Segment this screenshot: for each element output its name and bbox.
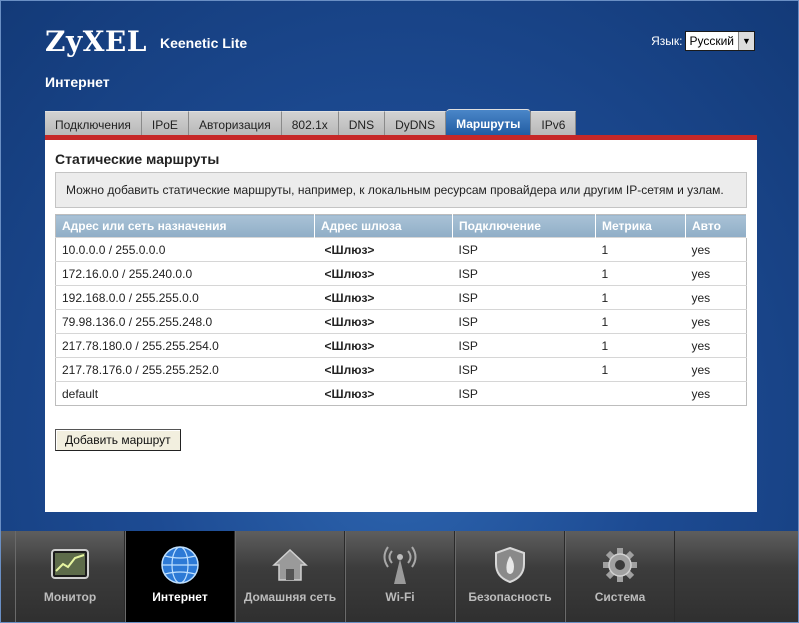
tab-ipv6[interactable]: IPv6 xyxy=(531,111,577,137)
nav-label: Система xyxy=(594,590,646,604)
nav-label: Монитор xyxy=(43,590,97,604)
auto-cell: yes xyxy=(685,285,747,310)
metric-cell: 1 xyxy=(595,237,686,262)
add-route-button[interactable]: Добавить маршрут xyxy=(55,429,181,451)
gateway-cell: <Шлюз> xyxy=(314,333,453,358)
auto-cell: yes xyxy=(685,237,747,262)
model-name: Keenetic Lite xyxy=(160,35,248,51)
section-heading: Статические маршруты xyxy=(55,151,220,167)
table-header-row: Адрес или сеть назначения Адрес шлюза По… xyxy=(55,214,747,238)
connection-cell: ISP xyxy=(452,237,596,262)
gateway-cell: <Шлюз> xyxy=(314,261,453,286)
tab-authorization[interactable]: Авторизация xyxy=(188,111,282,137)
connection-cell: ISP xyxy=(452,285,596,310)
connection-cell: ISP xyxy=(452,357,596,382)
metric-cell: 1 xyxy=(595,309,686,334)
tab-dns[interactable]: DNS xyxy=(338,111,386,137)
nav-label: Безопасность xyxy=(468,590,552,604)
column-header[interactable]: Адрес или сеть назначения xyxy=(55,214,315,238)
gateway-cell: <Шлюз> xyxy=(314,237,453,262)
tab-ipoe[interactable]: IPoE xyxy=(141,111,189,137)
nav-internet[interactable]: Интернет xyxy=(125,531,235,622)
nav-label: Wi-Fi xyxy=(385,590,415,604)
page-title: Интернет xyxy=(45,74,110,90)
column-header[interactable]: Авто xyxy=(685,214,747,238)
tab-routes[interactable]: Маршруты xyxy=(446,109,532,137)
tab-bar: Подключения IPoE Авторизация 802.1x DNS … xyxy=(45,109,577,137)
metric-cell: 1 xyxy=(595,357,686,382)
connection-cell: ISP xyxy=(452,381,596,406)
router-frame: ZyXEL Keenetic Lite Язык: Русский ▼ Инте… xyxy=(0,0,799,623)
content-panel: Статические маршруты Можно добавить стат… xyxy=(45,140,757,512)
auto-cell: yes xyxy=(685,357,747,382)
globe-icon xyxy=(160,546,200,584)
gateway-cell: <Шлюз> xyxy=(314,357,453,382)
zyxel-logo: ZyXEL xyxy=(45,25,147,58)
nav-home-network[interactable]: Домашняя сеть xyxy=(235,531,345,622)
table-row[interactable]: 217.78.176.0 / 255.255.252.0 <Шлюз> ISP … xyxy=(55,357,747,382)
gateway-cell: <Шлюз> xyxy=(314,309,453,334)
wifi-antenna-icon xyxy=(380,546,420,584)
connection-cell: ISP xyxy=(452,309,596,334)
connection-cell: ISP xyxy=(452,333,596,358)
destination-cell: 172.16.0.0 / 255.240.0.0 xyxy=(55,261,315,286)
chevron-down-icon[interactable]: ▼ xyxy=(738,32,754,50)
gear-icon xyxy=(600,547,640,583)
metric-cell: 1 xyxy=(595,285,686,310)
auto-cell: yes xyxy=(685,309,747,334)
bottom-nav: Монитор Интернет Домашняя сеть Wi-Fi Без… xyxy=(1,531,798,622)
routes-table: Адрес или сеть назначения Адрес шлюза По… xyxy=(55,214,747,406)
gateway-cell: <Шлюз> xyxy=(314,381,453,406)
home-icon xyxy=(270,547,310,583)
destination-cell: 217.78.180.0 / 255.255.254.0 xyxy=(55,333,315,358)
tab-connections[interactable]: Подключения xyxy=(45,111,142,137)
nav-monitor[interactable]: Монитор xyxy=(15,531,125,622)
tab-8021x[interactable]: 802.1x xyxy=(281,111,339,137)
auto-cell: yes xyxy=(685,261,747,286)
nav-label: Интернет xyxy=(152,590,208,604)
destination-cell: 217.78.176.0 / 255.255.252.0 xyxy=(55,357,315,382)
language-value: Русский xyxy=(689,34,734,48)
table-row[interactable]: 79.98.136.0 / 255.255.248.0 <Шлюз> ISP 1… xyxy=(55,309,747,334)
nav-label: Домашняя сеть xyxy=(243,590,337,604)
nav-security[interactable]: Безопасность xyxy=(455,531,565,622)
destination-cell: 192.168.0.0 / 255.255.0.0 xyxy=(55,285,315,310)
info-box: Можно добавить статические маршруты, нап… xyxy=(55,172,747,208)
destination-cell: 79.98.136.0 / 255.255.248.0 xyxy=(55,309,315,334)
column-header[interactable]: Метрика xyxy=(595,214,686,238)
connection-cell: ISP xyxy=(452,261,596,286)
table-row[interactable]: 217.78.180.0 / 255.255.254.0 <Шлюз> ISP … xyxy=(55,333,747,358)
language-dropdown[interactable]: Русский ▼ xyxy=(685,31,755,51)
language-selector: Язык: Русский ▼ xyxy=(651,31,755,51)
metric-cell: 1 xyxy=(595,333,686,358)
monitor-icon xyxy=(50,547,90,583)
shield-icon xyxy=(490,546,530,584)
column-header[interactable]: Подключение xyxy=(452,214,596,238)
column-header[interactable]: Адрес шлюза xyxy=(314,214,453,238)
table-row[interactable]: 172.16.0.0 / 255.240.0.0 <Шлюз> ISP 1 ye… xyxy=(55,261,747,286)
gateway-cell: <Шлюз> xyxy=(314,285,453,310)
destination-cell: default xyxy=(55,381,315,406)
metric-cell xyxy=(595,381,686,406)
nav-system[interactable]: Система xyxy=(565,531,675,622)
nav-wifi[interactable]: Wi-Fi xyxy=(345,531,455,622)
metric-cell: 1 xyxy=(595,261,686,286)
table-row[interactable]: default <Шлюз> ISP yes xyxy=(55,381,747,406)
destination-cell: 10.0.0.0 / 255.0.0.0 xyxy=(55,237,315,262)
auto-cell: yes xyxy=(685,333,747,358)
tab-dydns[interactable]: DyDNS xyxy=(385,111,447,137)
table-row[interactable]: 192.168.0.0 / 255.255.0.0 <Шлюз> ISP 1 y… xyxy=(55,285,747,310)
language-label: Язык: xyxy=(651,34,683,48)
table-row[interactable]: 10.0.0.0 / 255.0.0.0 <Шлюз> ISP 1 yes xyxy=(55,237,747,262)
auto-cell: yes xyxy=(685,381,747,406)
